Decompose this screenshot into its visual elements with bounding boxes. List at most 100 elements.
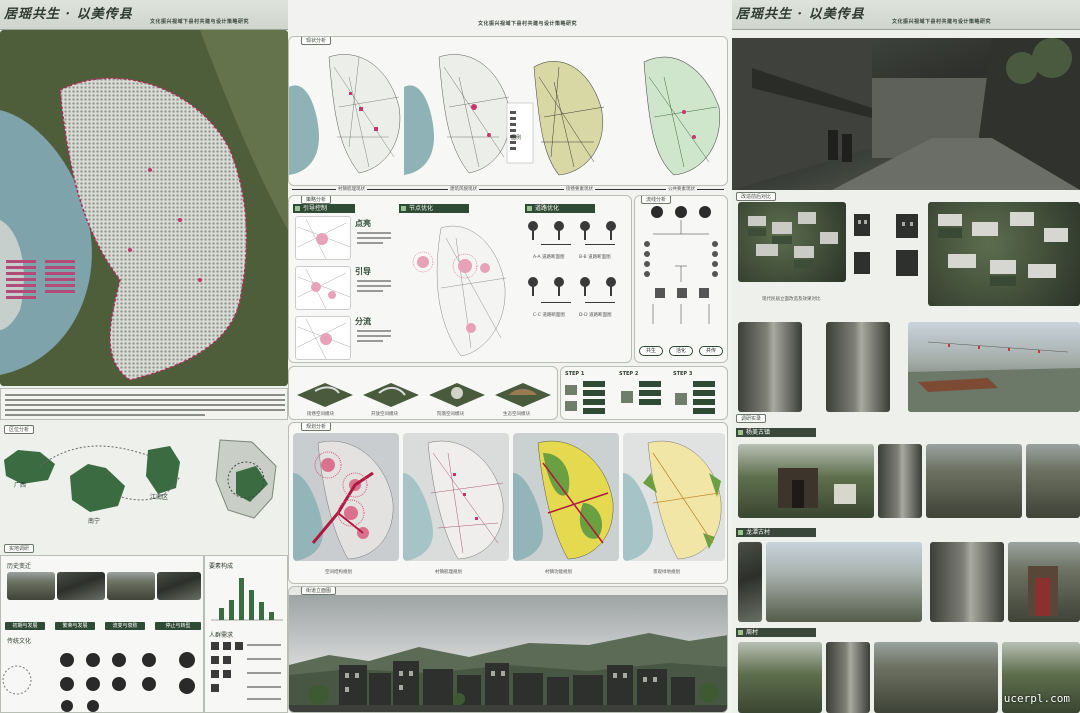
needs-heading: 人群需求 [209,632,234,639]
board3-title: 居瑶共生 · 以美传县 [736,7,865,22]
village-longtan: 龙潭古村 [736,528,816,537]
survey-record-heading: 调研实录 [736,414,767,423]
longtan-photo-1 [738,542,762,622]
river-photo [908,322,1080,412]
alley-photo-1 [738,322,802,412]
legend-title: 图例 [511,135,522,141]
map-caption-2: 建筑风貌现状 [448,186,479,192]
board-right: 居瑶共生 · 以美传县 文化振兴视域下县村共建与设计策略研究 改造前后对比 现代… [732,0,1080,713]
plan-map-landscape [623,433,725,561]
road-heading: 道路优化 [525,204,595,213]
guide-map-3 [295,316,351,360]
zhoucun-photo-2 [826,642,870,713]
steps-panel: STEP 1 STEP 2 STEP 3 [560,366,728,420]
board2-subtitle: 文化振兴视域下县村共建与设计策略研究 [478,21,578,27]
renovation-after-photo [928,202,1080,306]
stage-3: 流变与衰败 [105,622,145,630]
plan-caption-4: 景观绿地规划 [653,570,680,575]
elements-heading: 要素构成 [209,563,234,570]
road-caption-d: D-D 道路断面图 [579,313,612,318]
module-caption-3: 院落空间模块 [437,412,464,417]
step-2: STEP 2 [619,371,639,377]
zhoucun-photo-3 [874,642,998,713]
history-panel: 历史变迁 初期与发展 繁荣与发展 流变与衰败 停止与转型 传统文化 [0,555,204,713]
renovation-caption: 现代民居立面改造及效果对比 [762,297,821,302]
label-jiangnan: 江南区 [150,494,169,501]
history-heading: 历史变迁 [7,563,32,570]
module-caption-4: 生态空间模块 [503,412,530,417]
plan-caption-2: 村镇肌理规划 [435,570,462,575]
plan-caption-3: 村镇功能规划 [545,570,572,575]
strategy-heading: 策略分析 [301,196,332,204]
stage-1: 初期与发展 [5,622,45,630]
yangmei-photo-3 [926,444,1022,518]
module-caption-2: 开放空间模块 [371,412,398,417]
modules-panel: 街巷空间模块 开放空间模块 院落空间模块 生态空间模块 [288,366,558,420]
board-middle: 文化振兴视域下县村共建与设计策略研究 现状分析 图例 村镇肌理现状 建筑风貌现状… [288,0,732,713]
renovation-before-photo [738,202,846,282]
point-light: 点亮 [355,219,371,228]
longtan-photo-4 [1008,542,1080,622]
map-caption-4: 公共要素现状 [666,186,697,192]
label-nanning: 南宁 [88,518,101,525]
zhoucun-photo-1 [738,642,822,713]
plan-caption-1: 空间结构规划 [325,570,352,575]
board-subtitle: 文化振兴视域下县村共建与设计策略研究 [150,19,250,25]
board3-subtitle: 文化振兴视域下县村共建与设计策略研究 [892,19,992,25]
planning-heading: 规划分析 [301,423,332,431]
longtan-photo-2 [766,542,922,622]
aerial-site-map [0,30,288,386]
yangmei-photo-1 [738,444,874,518]
step-1: STEP 1 [565,371,585,377]
history-photo-1 [7,572,55,600]
node-heading: 节点优化 [399,204,469,213]
map-caption-1: 村镇肌理现状 [336,186,367,192]
planning-panel: 规划分析 空间结构规划 村镇肌理规划 村镇功能规划 景观绿地规划 [288,422,728,584]
current-analysis-panel: 现状分析 图例 [288,36,728,186]
location-maps [0,436,288,541]
elevation-panel: 街道立面图 [288,586,728,713]
location-heading: 区位分析 [4,425,35,434]
board-title: 居瑶共生 · 以美传县 [4,7,133,22]
longtan-photo-3 [930,542,1004,622]
map-caption-3: 街巷要素现状 [564,186,595,192]
renovation-heading: 改造前后对比 [736,192,777,201]
step-3: STEP 3 [673,371,693,377]
culture-heading: 传统文化 [7,638,32,645]
board-header: 居瑶共生 · 以美传县 文化振兴视域下县村共建与设计策略研究 [0,0,288,30]
stage-4: 停止与转型 [155,622,201,630]
guide-heading: 引导控制 [293,204,355,213]
street-hero-photo [732,38,1080,190]
plan-map-structure [293,433,399,561]
intro-text-block [0,388,288,420]
village-zhoucun: 周村 [736,628,816,637]
survey-heading: 实地调研 [4,544,35,553]
yangmei-photo-2 [878,444,922,518]
road-caption-b: B-B 道路断面图 [579,255,611,260]
alley-photo-2 [826,322,890,412]
history-photo-4 [157,572,201,600]
flow-node-activation: 活化 [669,346,693,356]
elevation-heading: 街道立面图 [301,587,337,595]
plan-map-texture [403,433,509,561]
flow-node-symbiosis: 共生 [639,346,663,356]
village-yangmei: 杨美古镇 [736,428,816,437]
flow-heading: 流线分析 [641,196,672,204]
history-photo-3 [107,572,155,600]
board-left: 居瑶共生 · 以美传县 文化振兴视域下县村共建与设计策略研究 区位分析 广西 南… [0,0,288,713]
flow-panel: 流线分析 共生 活化 共传 [634,195,728,363]
road-caption-c: C-C 道路断面图 [533,313,565,318]
strategy-panel: 策略分析 引导控制 节点优化 道路优化 点亮 引导 分流 A-A 道路断面图 B… [288,195,632,363]
history-photo-2 [57,572,105,600]
board3-header: 居瑶共生 · 以美传县 文化振兴视域下县村共建与设计策略研究 [732,0,1080,30]
module-caption-1: 街巷空间模块 [307,412,334,417]
flow-node-heritage: 共传 [699,346,723,356]
road-caption-a: A-A 道路断面图 [533,255,565,260]
guide-map-1 [295,216,351,260]
watermark: ucerpl.com [1003,692,1070,705]
plan-map-function [513,433,619,561]
elements-panel: 要素构成 人群需求 [204,555,288,713]
map-caption-bar: 村镇肌理现状 建筑风貌现状 街巷要素现状 公共要素现状 [288,186,728,194]
yangmei-photo-4 [1026,444,1080,518]
stage-2: 繁荣与发展 [55,622,95,630]
